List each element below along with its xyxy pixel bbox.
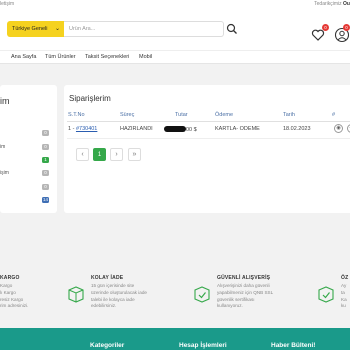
nav-all-products[interactable]: Tüm Ürünler <box>45 54 76 60</box>
sidebar-title: im <box>0 96 10 106</box>
chevron-down-icon: ⌄ <box>54 26 60 32</box>
column-header: # <box>332 112 336 118</box>
wishlist-badge: 0 <box>322 24 329 31</box>
account-label[interactable]: Tedarikçimiz Ou <box>314 1 350 7</box>
count-badge: 1 <box>42 157 49 163</box>
header: Türkiye Geneli ⌄ 0 0 <box>0 10 350 50</box>
search-input[interactable] <box>64 21 224 37</box>
divider <box>67 138 350 139</box>
sidebar-item[interactable]: 14 <box>0 197 57 205</box>
feature-text: Ay ta Ka ku <box>341 283 347 309</box>
feature-title: ÖZ <box>341 275 349 281</box>
status-cell: HAZIRLANDI <box>120 126 153 132</box>
feature-title: KARGO <box>0 275 20 281</box>
footer-categories[interactable]: Kategoriler <box>90 342 124 349</box>
view-icon[interactable]: ◉ <box>334 124 343 133</box>
region-select[interactable]: Türkiye Geneli ⌄ <box>7 21 64 37</box>
page-title: Siparişlerim <box>69 94 111 103</box>
column-header: Ödeme <box>215 112 234 118</box>
orders-panel: Siparişlerim S.T.No Süreç Tutar Ödeme Ta… <box>64 85 350 213</box>
redaction-mark <box>164 126 186 132</box>
special-box-icon <box>318 286 334 303</box>
column-header: Tarih <box>283 112 295 118</box>
pagination-page[interactable]: 1 <box>93 148 106 161</box>
secure-shield-icon <box>194 286 210 303</box>
pagination-next[interactable]: › <box>110 148 123 161</box>
sidebar-item[interactable]: 0 <box>0 184 57 192</box>
pagination-last[interactable]: » <box>128 148 141 161</box>
account-badge: 0 <box>343 24 350 31</box>
account-sidebar: im 0 im 0 1 işim 0 0 14 <box>0 85 57 213</box>
feature-text: Alışverişinizi daha güvenli yapabilmeniz… <box>217 283 274 309</box>
nav-installments[interactable]: Taksit Seçenekleri <box>85 54 129 60</box>
amount-cell: 00 $ <box>164 126 197 133</box>
feature-title: GÜVENLİ ALIŞVERİŞ <box>217 275 271 281</box>
feature-easy-return: KOLAY İADE 15 gün içerisinde site üzerin… <box>91 275 147 310</box>
feature-text: Kargo lı Kargo resiz Kargo rim adresiniz… <box>0 283 29 309</box>
order-link[interactable]: #730401 <box>76 126 97 132</box>
count-badge: 14 <box>42 197 49 203</box>
feature-text: 15 gün içerisinde site üzerinde oluşturu… <box>91 283 147 309</box>
count-badge: 0 <box>42 144 49 150</box>
contact-link[interactable]: letişim <box>0 1 14 7</box>
payment-cell: KARTLA- ODEME <box>215 126 260 132</box>
footer-newsletter[interactable]: Haber Bülteni! <box>271 342 315 349</box>
count-badge: 0 <box>42 170 49 176</box>
order-number-cell: 1 - #730401 <box>68 126 98 132</box>
count-badge: 0 <box>42 130 49 136</box>
feature-shipping: KARGO Kargo lı Kargo resiz Kargo rim adr… <box>0 275 28 310</box>
sidebar-item-label: im <box>0 144 6 150</box>
sidebar-item[interactable]: işim 0 <box>0 170 57 178</box>
nav-home[interactable]: Ana Sayfa <box>11 54 36 60</box>
column-header: Tutar <box>175 112 188 118</box>
column-header: Süreç <box>120 112 135 118</box>
sidebar-item-label: işim <box>0 170 9 176</box>
nav-mobile[interactable]: Mobil <box>139 54 152 60</box>
sidebar-item[interactable]: 0 <box>0 130 57 138</box>
date-cell: 18.02.2023 <box>283 126 311 132</box>
column-header: S.T.No <box>68 112 85 118</box>
feature-special: ÖZ Ay ta Ka ku <box>341 275 348 310</box>
footer: Kategoriler Hesap İşlemleri Haber Bülten… <box>0 328 350 350</box>
pagination-prev[interactable]: ‹ <box>76 148 89 161</box>
sidebar-item[interactable]: im 0 <box>0 144 57 152</box>
main-nav: Ana Sayfa Tüm Ürünler Taksit Seçenekleri… <box>0 50 350 64</box>
search-icon[interactable] <box>224 21 240 37</box>
top-strip: letişim Tedarikçimiz Ou <box>0 0 350 10</box>
return-box-icon <box>68 286 84 303</box>
feature-title: KOLAY İADE <box>91 275 124 281</box>
feature-secure-shopping: GÜVENLİ ALIŞVERİŞ Alışverişinizi daha gü… <box>217 275 273 310</box>
sidebar-item[interactable]: 1 <box>0 157 57 165</box>
divider <box>67 121 350 122</box>
count-badge: 0 <box>42 184 49 190</box>
footer-account[interactable]: Hesap İşlemleri <box>179 342 227 349</box>
